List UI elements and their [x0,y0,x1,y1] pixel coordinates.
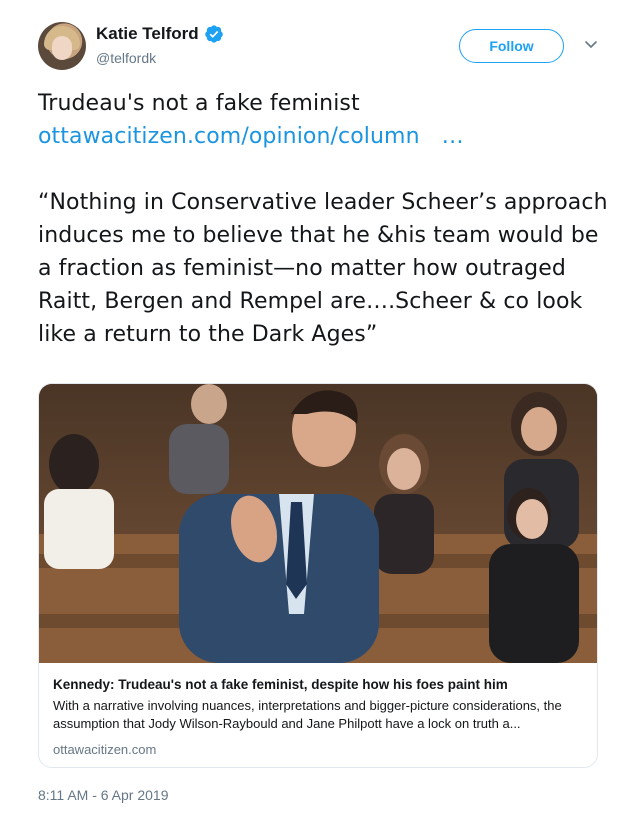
card-domain: ottawacitizen.com [53,742,157,757]
tweet-link[interactable]: ottawacitizen.com/opinion/column [38,124,420,149]
verified-badge-icon [204,25,223,43]
tweet-header: Katie Telford @telfordk Follow [38,20,598,76]
tweet-timestamp[interactable]: 8:11 AM - 6 Apr 2019 [38,787,169,803]
card-image[interactable] [39,384,597,663]
tweet-text: Trudeau's not a fake feminist ottawaciti… [38,87,608,351]
chevron-down-icon[interactable] [583,36,599,52]
link-preview-card[interactable]: Kennedy: Trudeau's not a fake feminist, … [38,383,598,768]
tweet-link-line: ottawacitizen.com/opinion/column … [38,120,608,153]
avatar[interactable] [38,22,86,70]
display-name[interactable]: Katie Telford [96,24,199,44]
card-description: With a narrative involving nuances, inte… [53,698,562,731]
card-photo-illustration [39,384,597,663]
card-title[interactable]: Kennedy: Trudeau's not a fake feminist, … [53,677,583,692]
display-name-row[interactable]: Katie Telford [96,24,224,44]
user-info[interactable]: Katie Telford @telfordk [96,24,224,66]
tweet-quote: “Nothing in Conservative leader Scheer’s… [38,190,608,347]
follow-button[interactable]: Follow [459,29,564,63]
tweet-line-1: Trudeau's not a fake feminist [38,91,360,116]
link-ellipsis[interactable]: … [442,124,464,149]
card-body[interactable]: Kennedy: Trudeau's not a fake feminist, … [39,663,597,757]
user-handle[interactable]: @telfordk [96,50,224,66]
